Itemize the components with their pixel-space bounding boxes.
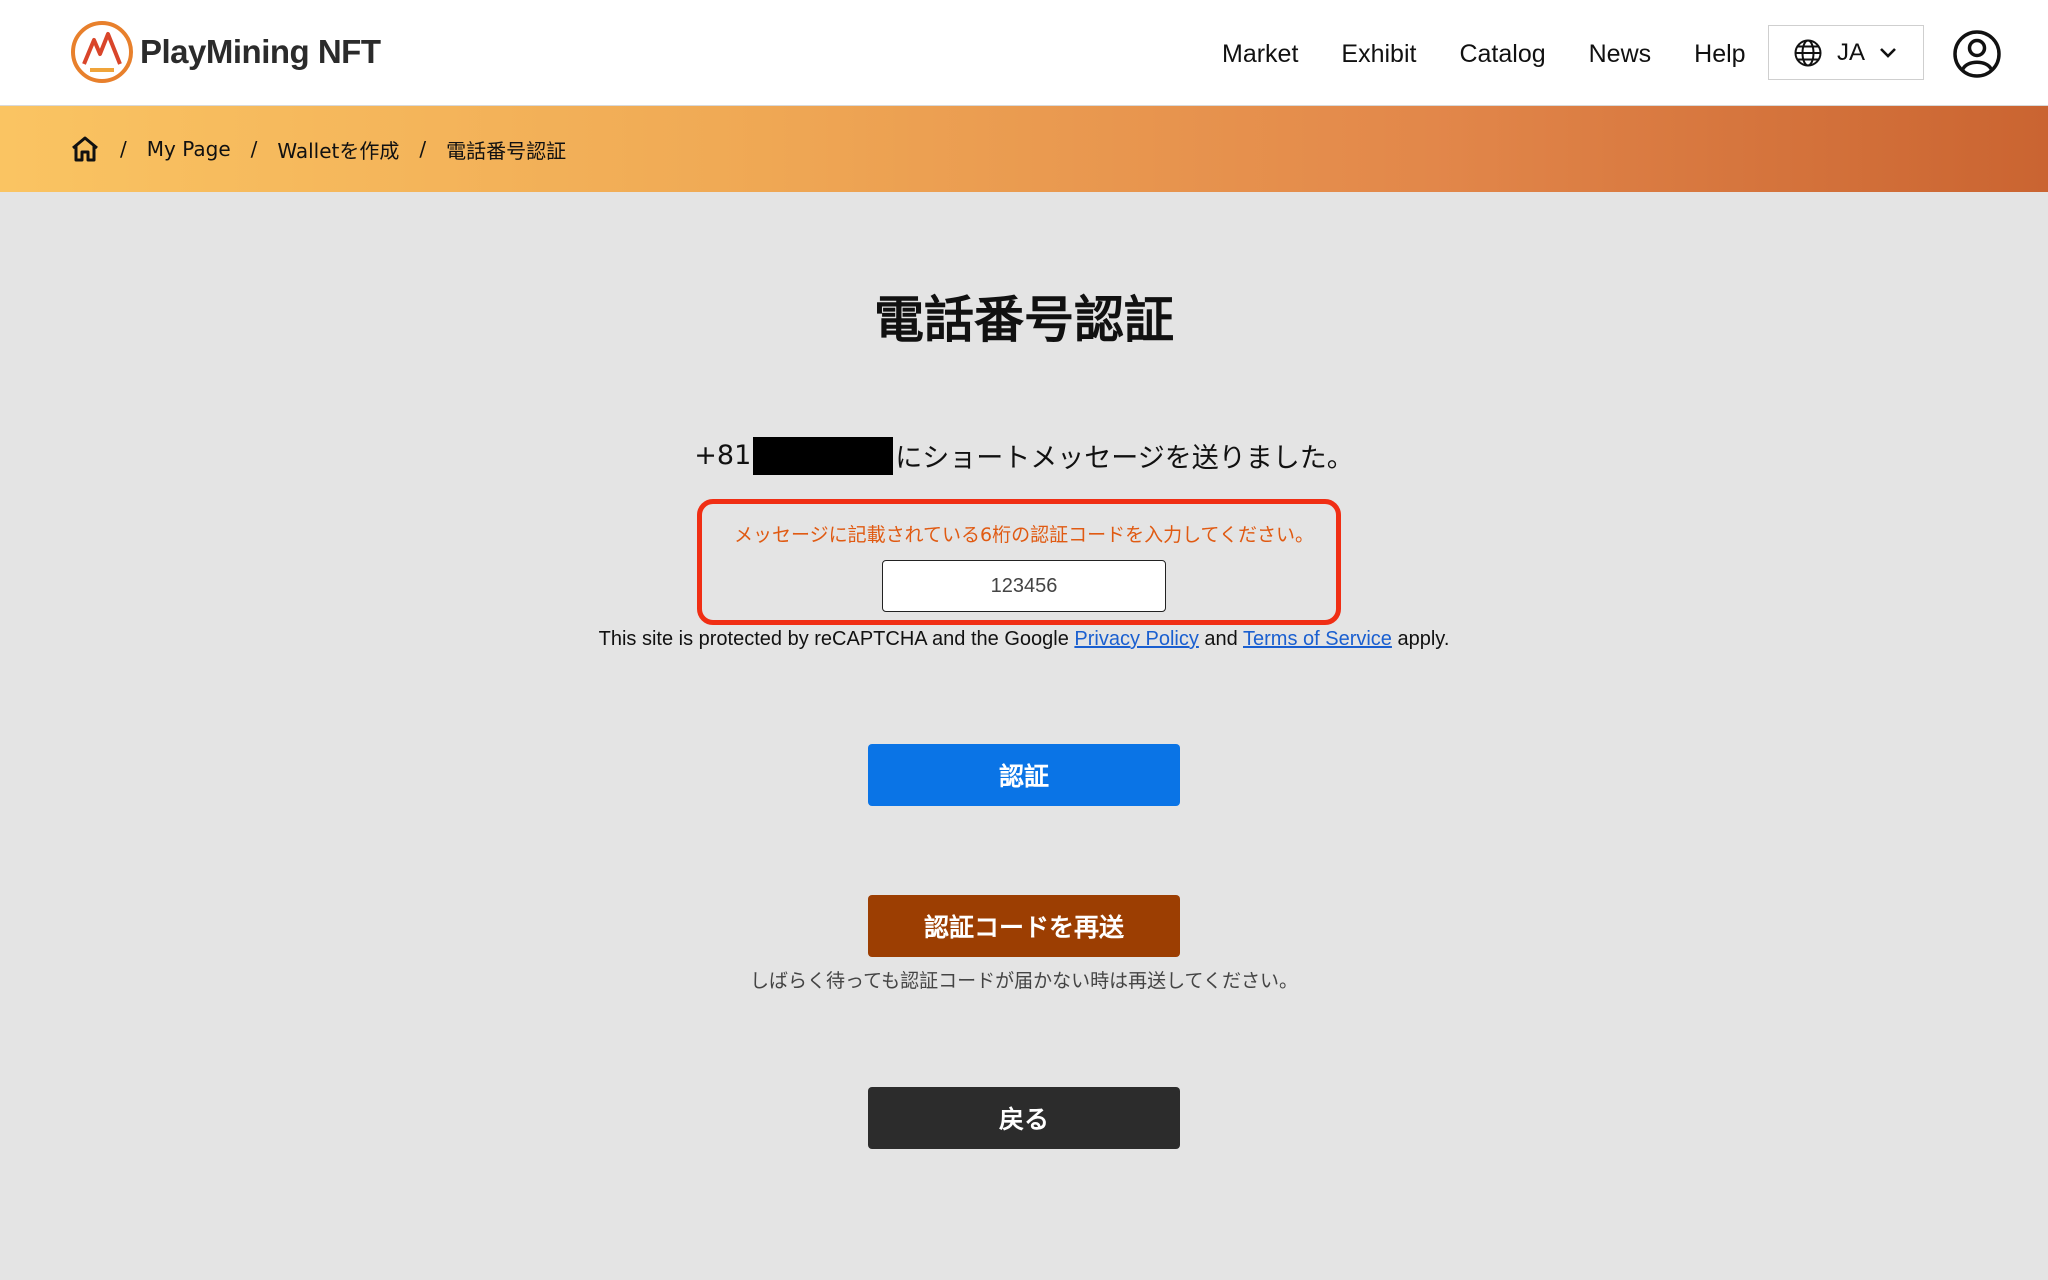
language-label: JA (1837, 38, 1866, 66)
back-button[interactable]: 戻る (868, 1087, 1180, 1149)
breadcrumb-separator: / (419, 137, 427, 161)
account-button[interactable] (1952, 29, 2002, 83)
breadcrumb-separator: / (250, 137, 258, 161)
breadcrumb-separator: / (120, 137, 127, 161)
verify-button[interactable]: 認証 (868, 744, 1180, 806)
resend-note: しばらく待っても認証コードが届かない時は再送してください。 (750, 970, 1298, 992)
breadcrumb-current: 電話番号認証 (446, 138, 567, 163)
nav-market[interactable]: Market (1222, 40, 1298, 69)
site-header: PlayMining NFT Market Exhibit Catalog Ne… (0, 0, 2048, 106)
globe-icon (1794, 39, 1822, 66)
recaptcha-notice: This site is protected by reCAPTCHA and … (0, 628, 2048, 651)
recaptcha-text-before: This site is protected by reCAPTCHA and … (598, 628, 1075, 650)
sms-sent-message: +81 にショートメッセージを送りました。 (0, 436, 2048, 475)
nav-exhibit[interactable]: Exhibit (1341, 40, 1416, 69)
breadcrumb: / My Page / Walletを作成 / 電話番号認証 (70, 135, 566, 164)
phone-prefix: +81 (694, 440, 752, 471)
recaptcha-text-middle: and (1198, 628, 1243, 650)
redacted-phone-number (753, 436, 894, 475)
recaptcha-text-after: apply. (1391, 628, 1450, 650)
verification-code-input[interactable] (882, 560, 1166, 612)
playmining-logo-icon (71, 21, 133, 83)
sent-message-text: にショートメッセージを送りました。 (895, 443, 1354, 474)
nav-news[interactable]: News (1589, 40, 1652, 69)
chevron-down-icon (1880, 47, 1896, 58)
code-instruction: メッセージに記載されている6桁の認証コードを入力してください。 (733, 524, 1314, 546)
resend-code-button[interactable]: 認証コードを再送 (868, 895, 1180, 957)
language-selector[interactable]: JA (1768, 25, 1924, 80)
nav-help[interactable]: Help (1694, 40, 1745, 69)
breadcrumb-bar: / My Page / Walletを作成 / 電話番号認証 (0, 106, 2048, 192)
privacy-policy-link[interactable]: Privacy Policy (1074, 628, 1198, 650)
main-nav: Market Exhibit Catalog News Help (1222, 30, 1789, 78)
nav-catalog[interactable]: Catalog (1459, 40, 1545, 69)
user-icon (1953, 30, 2001, 78)
page-title: 電話番号認証 (874, 291, 1174, 349)
breadcrumb-my-page[interactable]: My Page (147, 137, 231, 161)
logo[interactable]: PlayMining NFT (70, 20, 381, 84)
logo-text: PlayMining NFT (140, 33, 381, 70)
home-icon[interactable] (70, 135, 100, 163)
breadcrumb-create-wallet[interactable]: Walletを作成 (277, 135, 399, 164)
terms-of-service-link[interactable]: Terms of Service (1243, 628, 1392, 650)
